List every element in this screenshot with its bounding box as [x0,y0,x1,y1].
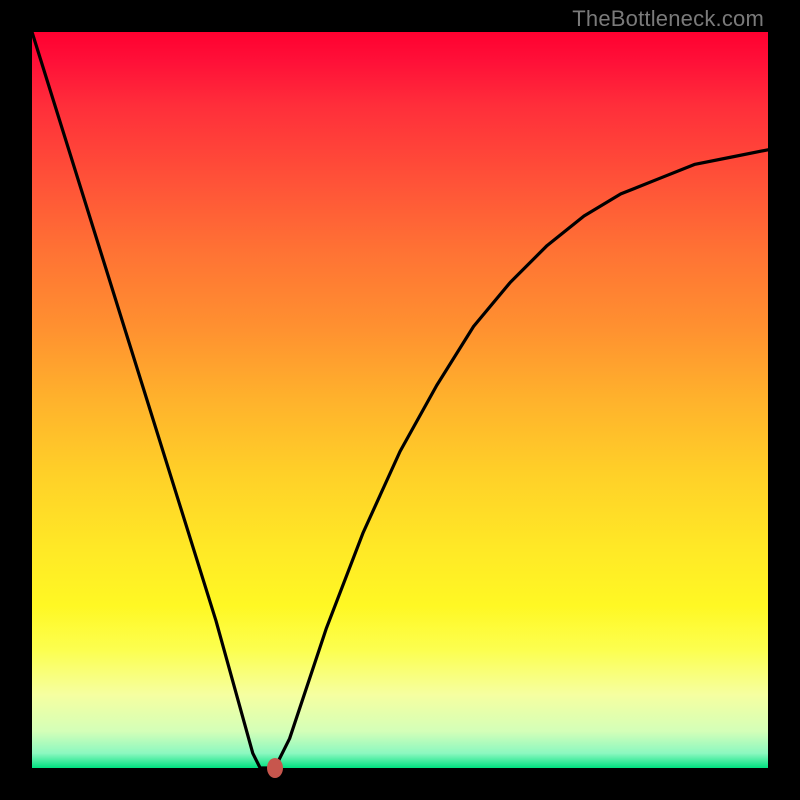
watermark-text: TheBottleneck.com [572,6,764,32]
chart-frame: TheBottleneck.com [0,0,800,800]
curve-svg [32,32,768,768]
optimum-marker [267,758,283,778]
bottleneck-curve [32,32,768,768]
plot-area [32,32,768,768]
